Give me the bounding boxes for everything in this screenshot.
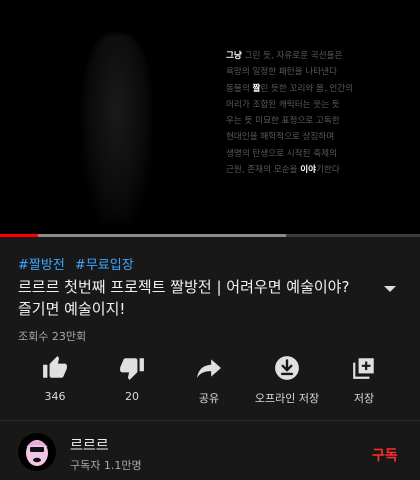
view-count: 조회수 23만회 [18,330,87,343]
share-label: 공유 [198,392,220,405]
channel-row: 르르르 구독자 1.1만명 구독 [0,421,420,480]
poem-line: 근원, 존재의 모순을 이야기한다 [226,165,340,176]
thumbs-down-icon [120,358,144,380]
poem-line: 머리가 조합된 캐릭터는 웃는 듯 [226,99,340,110]
poem-line: 동물의 짤린 듯한 꼬리와 몸, 인간의 [226,83,354,94]
poem-line: 욕망의 일정한 패턴을 나타낸다 [226,67,337,78]
channel-avatar[interactable] [18,433,56,471]
poem-line: 그냥 그린 듯, 자유로운 곡선들은 [226,51,343,61]
hashtag-list: #짤방전 #무료입장 [18,254,140,273]
chevron-down-icon[interactable] [382,281,398,297]
subscriber-count: 구독자 1.1만명 [70,459,142,472]
video-progress-bar[interactable] [0,234,420,237]
save-button[interactable]: 저장 [319,355,409,406]
progress-played [0,234,38,237]
poem-line: 우는 듯 미묘한 표정으로 고독한 [226,116,340,127]
avatar-face-icon [26,440,48,466]
share-button[interactable]: 공유 [164,355,254,406]
video-player[interactable]: 그냥 그린 듯, 자유로운 곡선들은 욕망의 일정한 패턴을 나타낸다 동물의 … [0,0,420,234]
hashtag-link[interactable]: #무료입장 [75,258,134,273]
save-label: 저장 [353,392,375,405]
poem-line: 생명의 탄생으로 시작된 축제의 [226,148,337,159]
action-bar: 346 20 공유 오프라인 저장 저장 [0,355,420,415]
add-to-playlist-icon [353,358,374,379]
video-poem-text: 그냥 그린 듯, 자유로운 곡선들은 욕망의 일정한 패턴을 나타낸다 동물의 … [226,48,376,178]
video-figure [82,34,152,224]
subscribe-button[interactable]: 구독 [372,445,398,465]
channel-name[interactable]: 르르르 [70,435,109,455]
thumbs-up-icon [43,356,67,378]
poem-line: 현대인을 해학적으로 상징하며 [226,132,335,143]
progress-buffered [37,234,286,237]
download-icon [275,356,299,380]
hashtag-link[interactable]: #짤방전 [18,258,65,273]
video-title: 르르르 첫번째 프로젝트 짤방전 | 어려우면 예술이야? 즐기면 예술이지! [18,278,350,318]
share-icon [197,359,221,378]
